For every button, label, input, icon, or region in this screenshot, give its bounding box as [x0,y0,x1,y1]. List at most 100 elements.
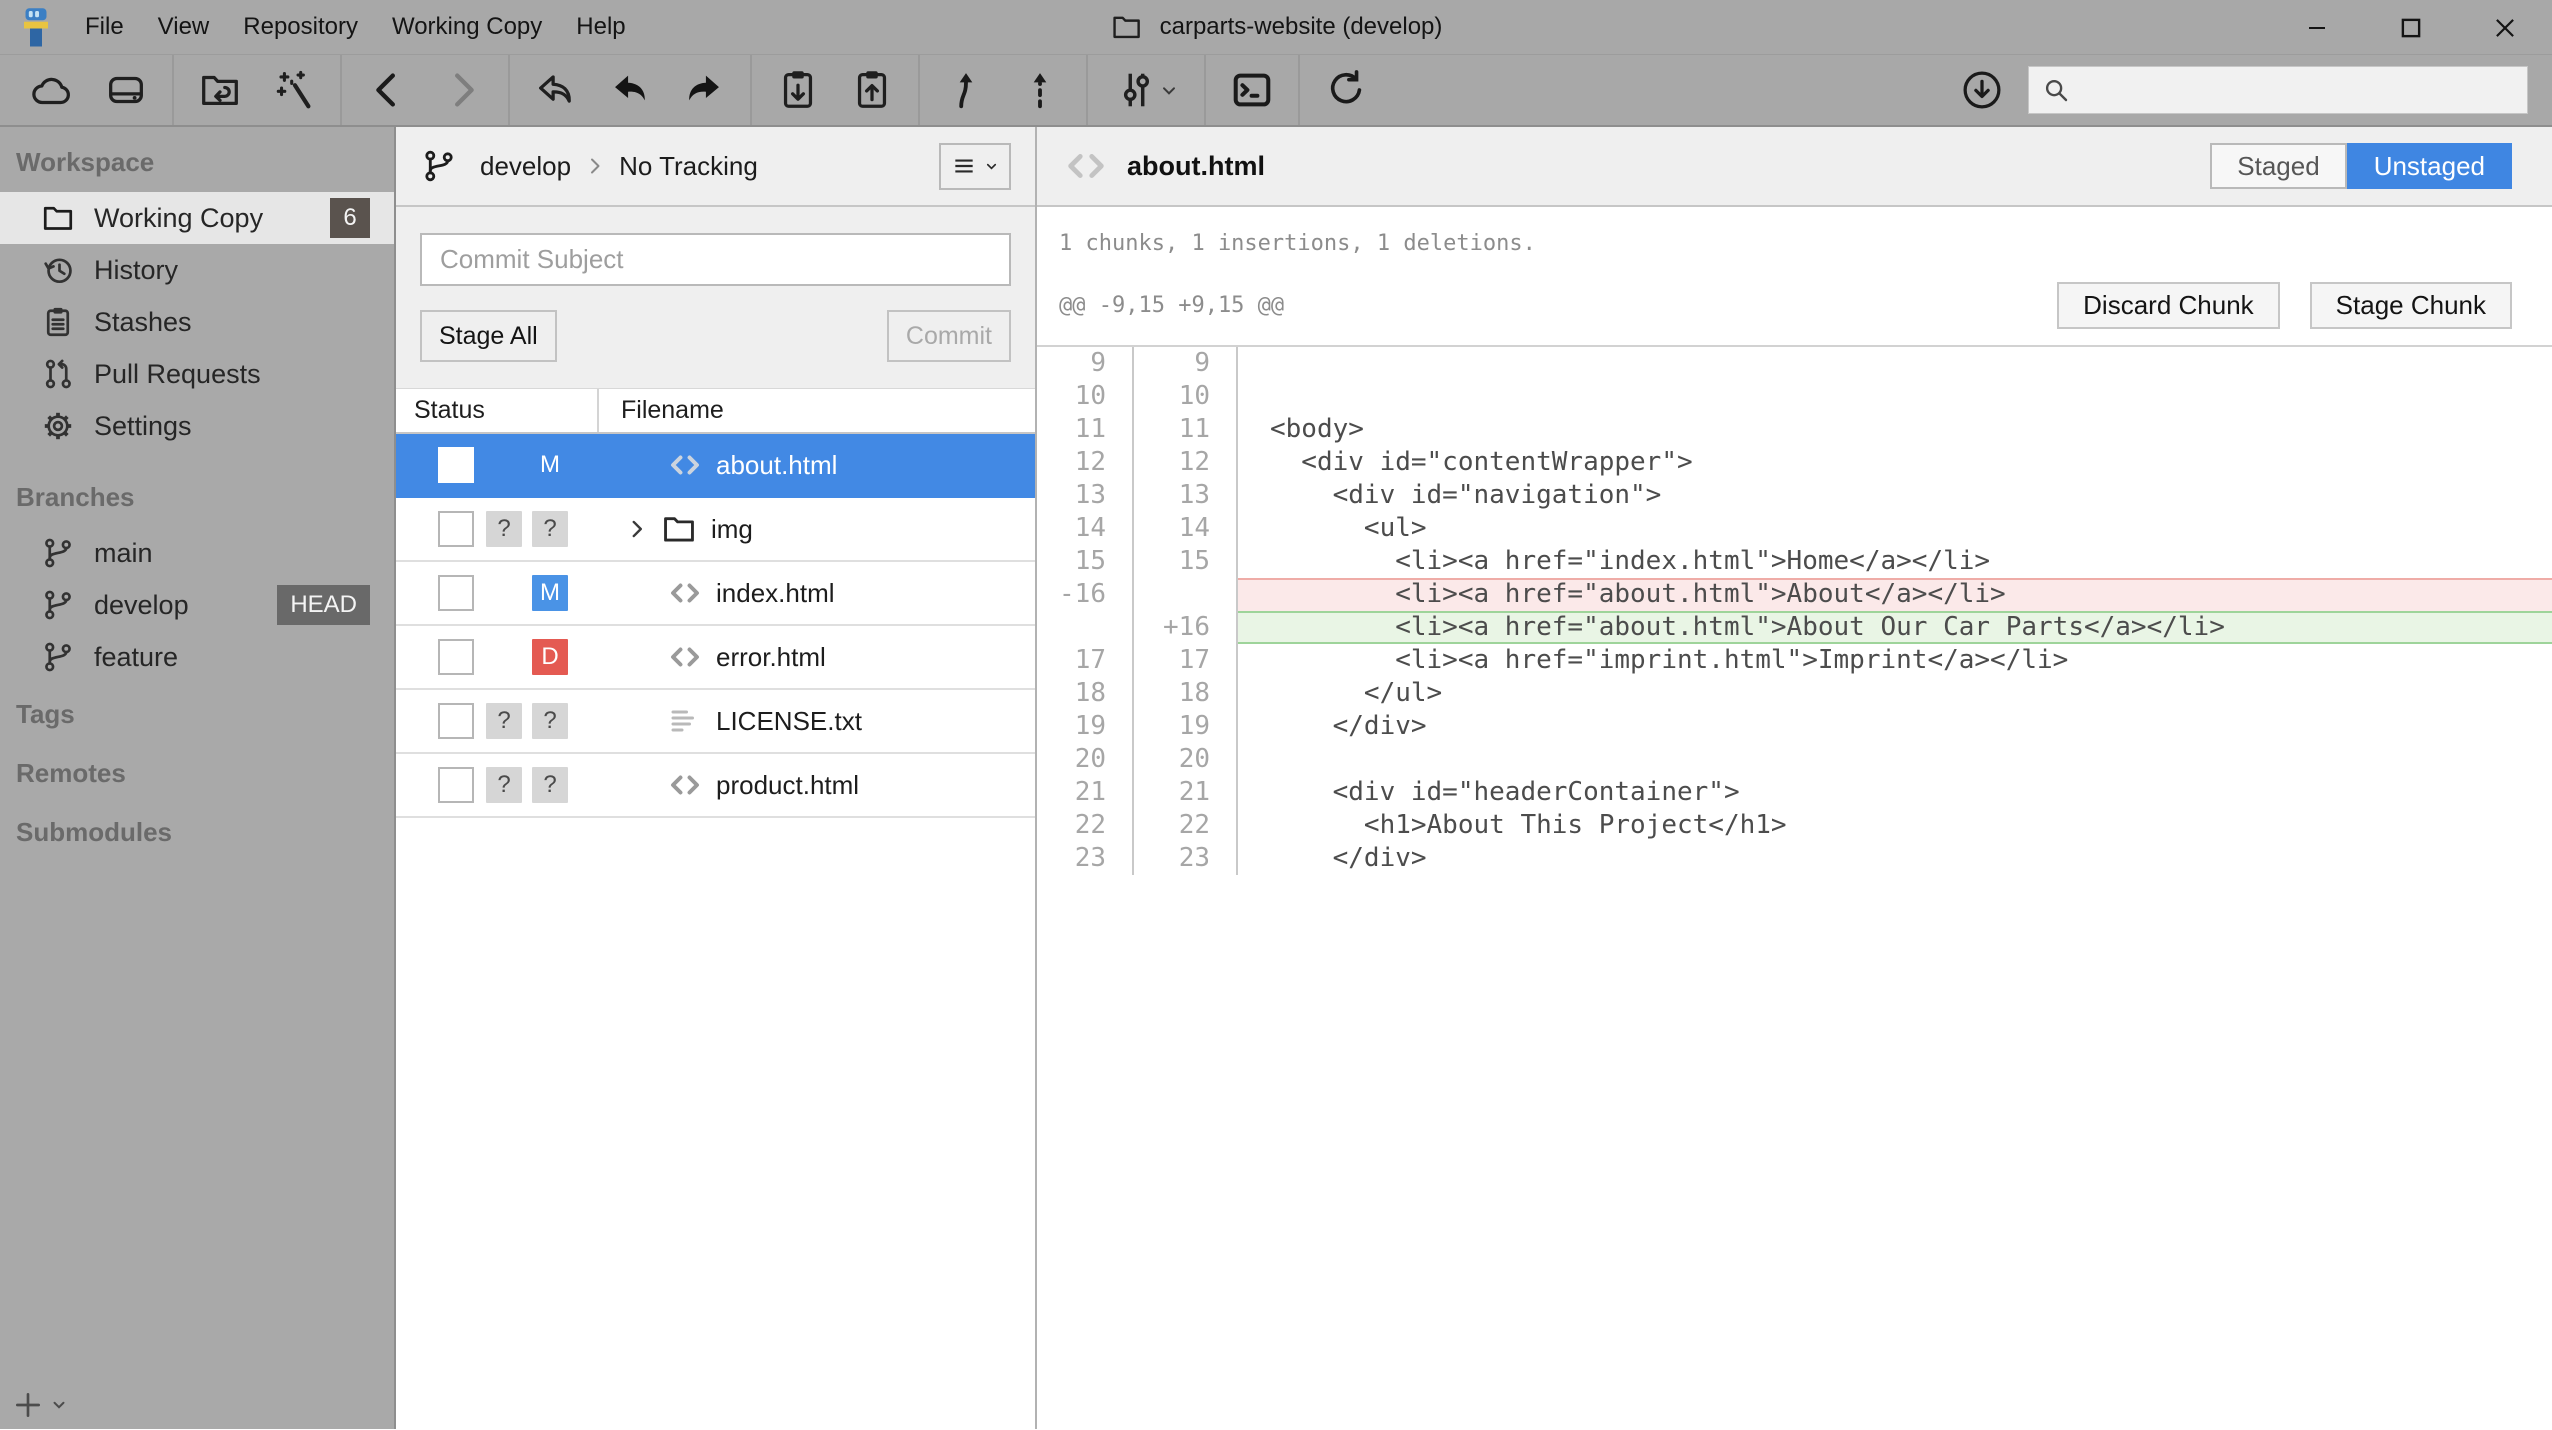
commit-panel: develop No Tracking Stage All Commit Sta… [396,127,1037,1429]
refresh-icon[interactable] [1322,66,1370,114]
terminal-icon[interactable] [1228,66,1276,114]
file-row-about[interactable]: M about.html [396,434,1035,498]
open-folder-icon[interactable] [196,66,244,114]
branch-menu-button[interactable] [939,143,1011,190]
code-line: <div id="headerContainer"> [1238,776,2552,809]
menu-view[interactable]: View [141,13,227,41]
code-line: <body> [1238,413,2552,446]
sidebar-item-stashes[interactable]: Stashes [0,296,394,348]
status-modified-badge: M [532,447,568,483]
minimize-button[interactable] [2270,0,2364,55]
fetch-cloud-icon[interactable] [28,66,76,114]
diff-line: 2222 <h1>About This Project</h1> [1037,809,2552,842]
sidebar-item-pull-requests[interactable]: Pull Requests [0,348,394,400]
sidebar-item-working-copy[interactable]: Working Copy 6 [0,192,394,244]
stash-apply-icon[interactable] [848,66,896,114]
section-remotes: Remotes [0,742,394,801]
staged-tab[interactable]: Staged [2210,143,2346,189]
stage-checkbox[interactable] [438,639,474,675]
stage-checkbox[interactable] [438,703,474,739]
stage-chunk-button[interactable]: Stage Chunk [2310,282,2512,329]
sidebar-item-label: Stashes [94,307,192,338]
old-line-number: -16 [1037,578,1134,611]
diff-line: 1111<body> [1037,413,2552,446]
search-box[interactable] [2028,66,2528,114]
stage-checkbox[interactable] [438,447,474,483]
sidebar-branch-feature[interactable]: feature [0,631,394,683]
diff-line: 2121 <div id="headerContainer"> [1037,776,2552,809]
unstaged-tab[interactable]: Unstaged [2347,143,2512,189]
back-icon[interactable] [364,66,412,114]
sidebar-item-history[interactable]: History [0,244,394,296]
push-icon[interactable] [942,66,990,114]
diff-info: 1 chunks, 1 insertions, 1 deletions. @@ … [1037,207,2552,347]
history-icon [40,252,76,288]
window-title-text: carparts-website (develop) [1160,13,1443,41]
diff-line: 1212 <div id="contentWrapper"> [1037,446,2552,479]
diff-line: 1818 </ul> [1037,677,2552,710]
forward-icon[interactable] [438,66,486,114]
column-filename[interactable]: Filename [599,396,1035,425]
stage-checkbox[interactable] [438,511,474,547]
stash-save-icon[interactable] [774,66,822,114]
status-untracked-badge: ? [486,511,522,547]
stage-all-button[interactable]: Stage All [420,310,557,362]
old-line-number: 18 [1037,677,1134,710]
code-file-icon [667,575,703,611]
commit-subject-input[interactable] [420,233,1011,286]
commit-button[interactable]: Commit [887,310,1011,362]
stage-checkbox[interactable] [438,575,474,611]
stage-checkbox[interactable] [438,767,474,803]
menu-help[interactable]: Help [559,13,642,41]
file-row-index[interactable]: M index.html [396,562,1035,626]
expand-chevron-icon[interactable] [624,516,650,542]
file-table-header: Status Filename [396,388,1035,434]
download-circle-icon[interactable] [1958,66,2006,114]
sidebar-branch-main[interactable]: main [0,527,394,579]
clipboard-icon [40,304,76,340]
search-input[interactable] [2081,76,2527,104]
diff-file-name: about.html [1127,151,1265,182]
old-line-number: 14 [1037,512,1134,545]
close-button[interactable] [2458,0,2552,55]
section-workspace: Workspace [0,127,394,192]
branch-header: develop No Tracking [396,127,1035,207]
branch-label: main [94,538,153,569]
menu-file[interactable]: File [68,13,141,41]
sliders-icon[interactable] [1110,66,1182,114]
new-line-number: 9 [1134,347,1238,380]
commit-area: Stage All Commit [396,207,1035,388]
new-line-number: 21 [1134,776,1238,809]
add-repository-button[interactable] [12,1389,68,1421]
old-line-number: 23 [1037,842,1134,875]
diff-line: 99 [1037,347,2552,380]
sidebar-branch-develop[interactable]: develop HEAD [0,579,394,631]
undo-arrow-icon[interactable] [606,66,654,114]
branch-icon [40,639,76,675]
file-row-error[interactable]: D error.html [396,626,1035,690]
file-row-product[interactable]: ? ? product.html [396,754,1035,818]
old-line-number: 17 [1037,644,1134,677]
code-line: <li><a href="about.html">About Our Car P… [1238,611,2552,644]
share-arrow-icon[interactable] [532,66,580,114]
discard-chunk-button[interactable]: Discard Chunk [2057,282,2280,329]
toolbar [0,55,2552,127]
file-row-img[interactable]: ? ? img [396,498,1035,562]
menubar: File View Repository Working Copy Help [68,13,643,41]
menu-working-copy[interactable]: Working Copy [375,13,559,41]
branch-label: feature [94,642,178,673]
column-status[interactable]: Status [396,389,599,432]
new-line-number [1134,578,1238,611]
new-line-number: 14 [1134,512,1238,545]
force-push-icon[interactable] [1016,66,1064,114]
new-line-number: 13 [1134,479,1238,512]
drive-icon[interactable] [102,66,150,114]
redo-arrow-icon[interactable] [680,66,728,114]
sidebar-item-settings[interactable]: Settings [0,400,394,452]
maximize-button[interactable] [2364,0,2458,55]
file-row-license[interactable]: ? ? LICENSE.txt [396,690,1035,754]
magic-wand-icon[interactable] [270,66,318,114]
new-line-number: 22 [1134,809,1238,842]
menu-repository[interactable]: Repository [226,13,375,41]
current-branch[interactable]: develop [480,151,571,182]
